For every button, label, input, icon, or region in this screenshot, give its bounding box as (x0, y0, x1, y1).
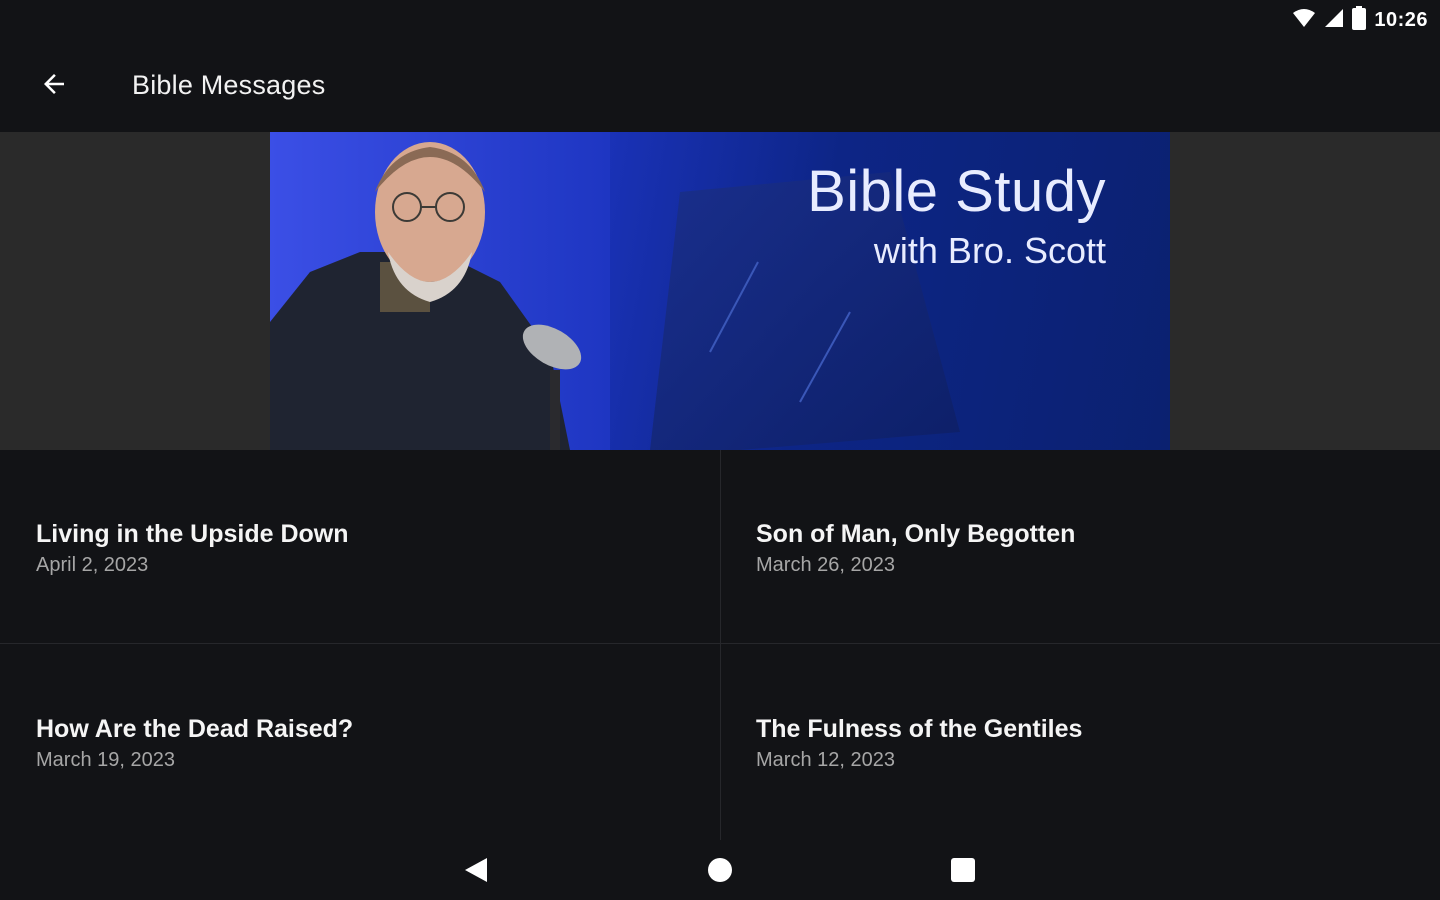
cell-signal-icon (1324, 8, 1344, 33)
bible-study-banner: Bible Study with Bro. Scott (270, 132, 1170, 450)
status-bar: 10:26 (0, 0, 1440, 40)
message-item[interactable]: Son of Man, Only Begotten March 26, 2023 (720, 450, 1440, 645)
grid-divider-horizontal (0, 643, 1440, 644)
message-date: March 26, 2023 (756, 554, 895, 576)
nav-recents-button[interactable] (939, 848, 987, 896)
nav-recents-icon (950, 857, 976, 888)
battery-icon (1352, 5, 1367, 35)
wifi-icon (1292, 8, 1316, 33)
nav-home-icon (707, 857, 733, 888)
message-title: Son of Man, Only Begotten (756, 520, 1076, 548)
page-title: Bible Messages (132, 70, 326, 100)
message-title: How Are the Dead Raised? (36, 715, 354, 743)
banner-title: Bible Study (807, 159, 1106, 224)
nav-back-button[interactable] (452, 848, 500, 896)
message-date: April 2, 2023 (36, 554, 149, 576)
message-item[interactable]: How Are the Dead Raised? March 19, 2023 (0, 645, 720, 840)
nav-back-icon (463, 856, 489, 889)
message-item[interactable]: The Fulness of the Gentiles March 12, 20… (720, 645, 1440, 840)
message-title: The Fulness of the Gentiles (756, 715, 1083, 743)
nav-home-button[interactable] (696, 848, 744, 896)
banner-subtitle: with Bro. Scott (873, 230, 1106, 271)
message-item[interactable]: Living in the Upside Down April 2, 2023 (0, 450, 720, 645)
message-date: March 12, 2023 (756, 749, 895, 771)
status-time: 10:26 (1374, 8, 1428, 31)
hero-area: Bible Study with Bro. Scott (0, 132, 1440, 450)
grid-divider-vertical (720, 450, 721, 840)
app-bar: Bible Messages (0, 40, 1440, 132)
status-icons: 10:26 (1292, 5, 1428, 35)
message-date: March 19, 2023 (36, 749, 175, 771)
message-title: Living in the Upside Down (36, 520, 349, 548)
system-nav-bar (0, 840, 1440, 900)
arrow-back-icon (39, 69, 69, 104)
back-button[interactable] (26, 62, 82, 110)
